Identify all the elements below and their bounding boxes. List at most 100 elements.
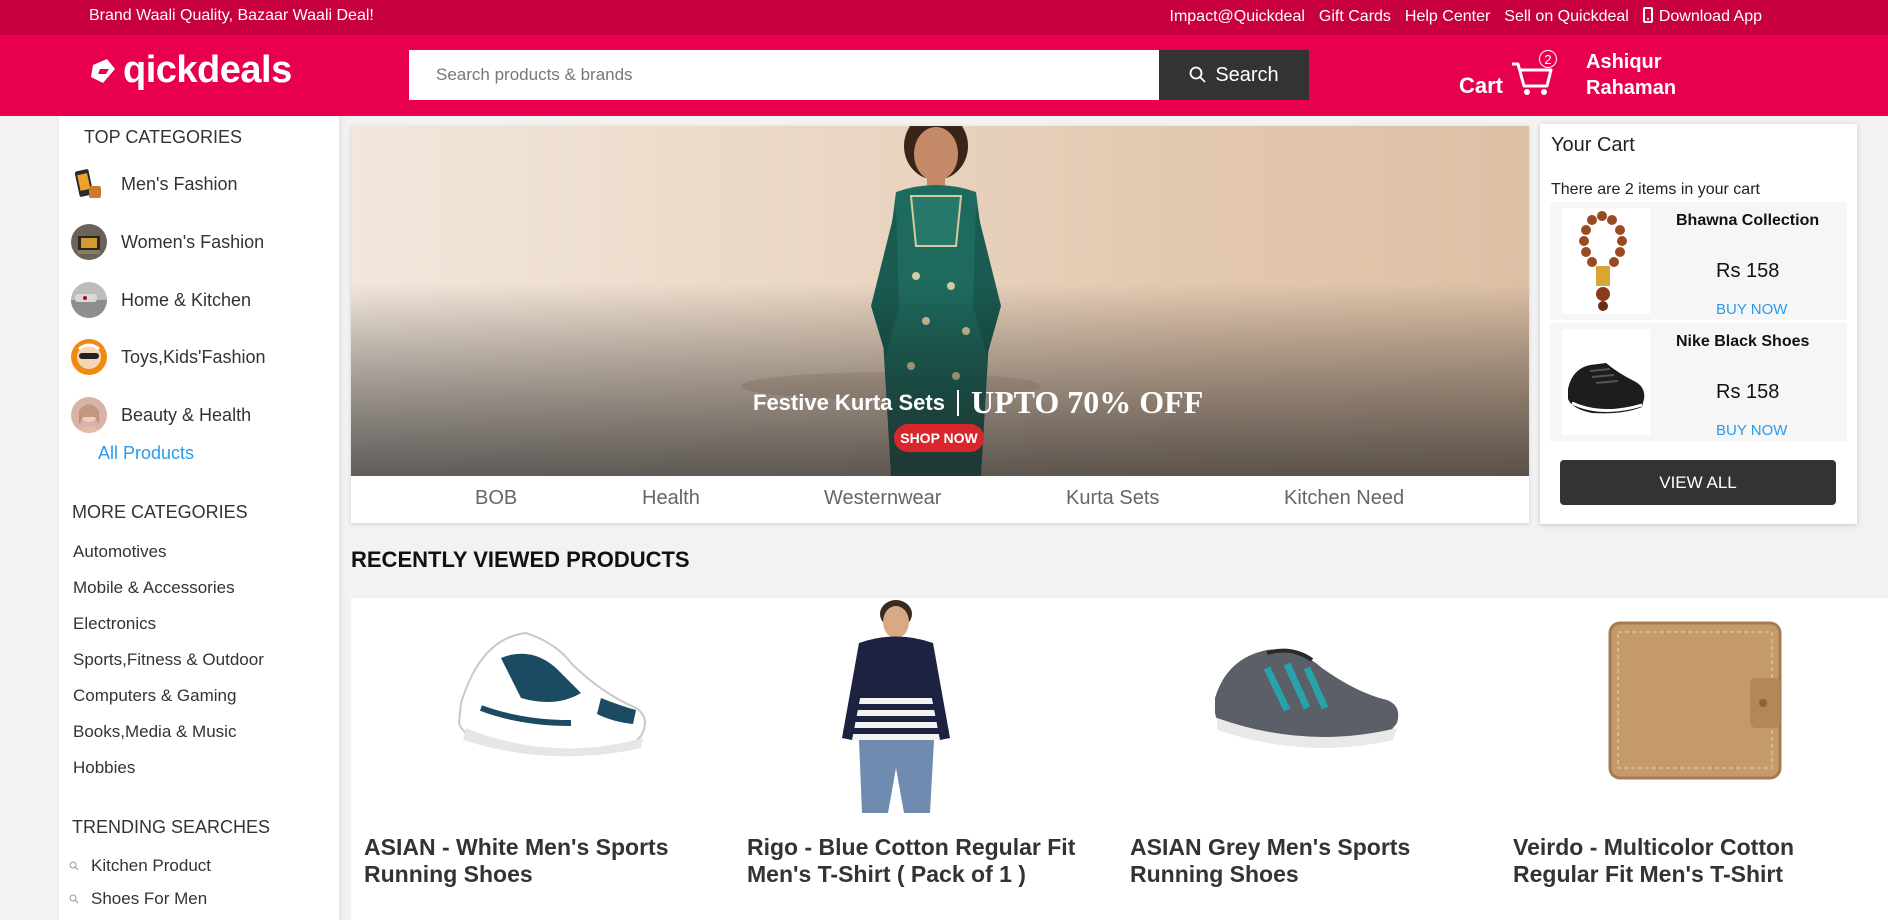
trending-search-item[interactable]: Shoes For Men (69, 889, 207, 909)
trending-search-item[interactable]: Kitchen Product (69, 856, 211, 876)
shop-now-button[interactable]: SHOP NOW (894, 424, 984, 452)
category-toys-kids[interactable]: Toys,Kids'Fashion (71, 339, 266, 375)
cart-label: Cart (1459, 73, 1504, 98)
your-cart-subtitle: There are 2 items in your cart (1551, 181, 1760, 198)
download-app-link[interactable]: Download App (1642, 7, 1762, 26)
view-all-button[interactable]: VIEW ALL (1560, 460, 1836, 505)
cart-item-name: Bhawna Collection (1676, 212, 1820, 229)
toys-kids-thumb (71, 339, 107, 375)
logo-text: qickdeals (123, 49, 292, 91)
tab-kitchen-need[interactable]: Kitchen Need (1284, 487, 1404, 510)
help-center-link[interactable]: Help Center (1405, 8, 1490, 26)
main-header: qickdeals Search Cart 2 Ashiqur Rahaman (0, 35, 1888, 116)
more-category-item[interactable]: Mobile & Accessories (73, 578, 235, 598)
tab-bob[interactable]: BOB (475, 487, 517, 510)
search-icon (1189, 66, 1206, 83)
category-sidebar: TOP CATEGORIES Men's Fashion Women's Fas… (59, 116, 339, 920)
hero-banner-card: Festive Kurta Sets UPTO 70% OFF SHOP NOW… (351, 126, 1529, 523)
sell-link[interactable]: Sell on Quickdeal (1504, 8, 1629, 26)
cart-item-image[interactable] (1562, 208, 1650, 314)
buy-now-link[interactable]: BUY NOW (1716, 422, 1787, 439)
more-category-item[interactable]: Automotives (73, 542, 167, 562)
trending-label: Kitchen Product (91, 856, 212, 875)
cart-item: Bhawna Collection Rs 158 BUY NOW (1550, 202, 1847, 320)
download-app-label: Download App (1658, 8, 1762, 25)
banner-caption: Festive Kurta Sets UPTO 70% OFF (753, 384, 1203, 421)
category-label: Home & Kitchen (121, 289, 252, 310)
category-beauty-health[interactable]: Beauty & Health (71, 397, 251, 433)
top-links: Impact@Quickdeal Gift Cards Help Center … (1170, 7, 1762, 26)
cart-item: Nike Black Shoes Rs 158 BUY NOW (1550, 323, 1847, 441)
trending-label: Shoes For Men (91, 889, 208, 908)
caption-divider (956, 389, 959, 416)
top-announcement-bar: Brand Waali Quality, Bazaar Waali Deal! … (0, 0, 1888, 35)
more-category-item[interactable]: Electronics (73, 614, 156, 634)
category-womens-fashion[interactable]: Women's Fashion (71, 224, 264, 260)
hero-banner[interactable]: Festive Kurta Sets UPTO 70% OFF SHOP NOW (351, 126, 1529, 476)
product-card[interactable]: Rigo - Blue Cotton Regular Fit Men's T-S… (734, 598, 1104, 920)
user-last-name: Rahaman (1586, 77, 1677, 99)
your-cart-title: Your Cart (1551, 134, 1635, 156)
category-label: Men's Fashion (121, 173, 238, 194)
search-icon (69, 894, 79, 904)
cart-count-badge: 2 (1539, 50, 1558, 68)
buy-now-link[interactable]: BUY NOW (1716, 301, 1787, 318)
more-categories-title: MORE CATEGORIES (72, 502, 248, 522)
product-title: Rigo - Blue Cotton Regular Fit Men's T-S… (747, 834, 1076, 887)
category-label: Beauty & Health (121, 404, 252, 425)
cart-item-price: Rs 158 (1716, 381, 1780, 403)
user-first-name: Ashiqur (1586, 51, 1662, 73)
all-products-link[interactable]: All Products (98, 443, 194, 464)
category-label: Women's Fashion (121, 231, 265, 252)
tagline: Brand Waali Quality, Bazaar Waali Deal! (89, 7, 374, 24)
product-card[interactable]: Veirdo - Multicolor Cotton Regular Fit M… (1500, 598, 1870, 920)
more-category-item[interactable]: Books,Media & Music (73, 722, 236, 742)
product-image (351, 598, 721, 818)
banner-tabs: BOB Health Westernwear Kurta Sets Kitche… (351, 476, 1529, 523)
shop-now-label: SHOP NOW (900, 430, 978, 446)
recently-viewed-title: RECENTLY VIEWED PRODUCTS (351, 547, 690, 572)
product-title: Veirdo - Multicolor Cotton Regular Fit M… (1513, 834, 1795, 887)
category-mens-fashion[interactable]: Men's Fashion (71, 166, 238, 202)
product-image (734, 598, 1104, 818)
phone-icon (1642, 7, 1653, 23)
top-categories-title: TOP CATEGORIES (84, 127, 243, 147)
mens-fashion-thumb (71, 166, 107, 202)
banner-caption-right: UPTO 70% OFF (970, 384, 1204, 420)
product-title: ASIAN Grey Men's Sports Running Shoes (1130, 834, 1411, 887)
more-category-item[interactable]: Sports,Fitness & Outdoor (73, 650, 264, 670)
product-title: ASIAN - White Men's Sports Running Shoes (364, 834, 669, 887)
tab-westernwear[interactable]: Westernwear (824, 487, 941, 510)
more-category-item[interactable]: Hobbies (73, 758, 135, 778)
beauty-health-thumb (71, 397, 107, 433)
product-image (1117, 598, 1487, 818)
cart-item-image[interactable] (1562, 329, 1650, 435)
cart-item-price: Rs 158 (1716, 260, 1780, 282)
user-account[interactable]: Ashiqur Rahaman (1586, 49, 1676, 101)
tab-kurta-sets[interactable]: Kurta Sets (1066, 487, 1159, 510)
search-bar: Search (409, 50, 1309, 100)
cart-item-name: Nike Black Shoes (1676, 333, 1810, 350)
site-logo[interactable]: qickdeals (89, 49, 292, 92)
product-card[interactable]: ASIAN - White Men's Sports Running Shoes (351, 598, 721, 920)
header-cart[interactable]: Cart 2 (1459, 50, 1558, 99)
search-input[interactable] (409, 50, 1159, 100)
your-cart-panel: Your Cart There are 2 items in your cart… (1540, 124, 1857, 524)
trending-searches-title: TRENDING SEARCHES (72, 817, 271, 837)
cart-icon-wrap: 2 (1509, 50, 1558, 98)
home-kitchen-thumb (71, 282, 107, 318)
womens-fashion-thumb (71, 224, 107, 260)
search-icon (69, 861, 79, 871)
impact-link[interactable]: Impact@Quickdeal (1170, 8, 1305, 26)
product-image (1500, 598, 1870, 818)
tab-health[interactable]: Health (642, 487, 700, 510)
gift-cards-link[interactable]: Gift Cards (1319, 8, 1391, 26)
category-home-kitchen[interactable]: Home & Kitchen (71, 282, 251, 318)
category-label: Toys,Kids'Fashion (121, 346, 266, 367)
banner-caption-left: Festive Kurta Sets (753, 389, 945, 415)
search-button-label: Search (1215, 63, 1279, 86)
product-card[interactable]: ASIAN Grey Men's Sports Running Shoes (1117, 598, 1487, 920)
logo-icon (91, 58, 115, 83)
more-category-item[interactable]: Computers & Gaming (73, 686, 236, 706)
search-button[interactable]: Search (1159, 50, 1309, 100)
